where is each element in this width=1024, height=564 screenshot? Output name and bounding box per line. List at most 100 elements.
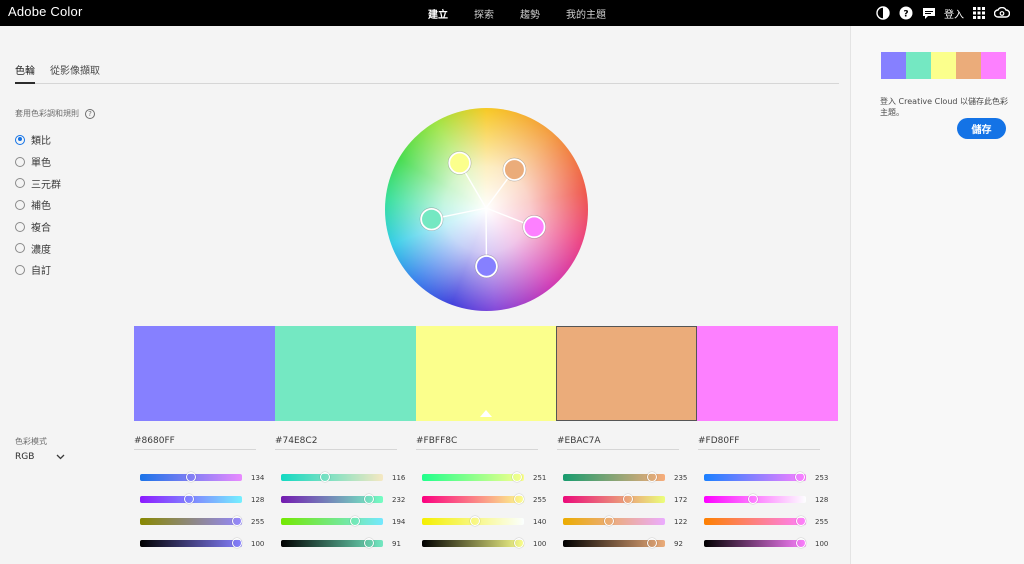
brightness-slider[interactable] xyxy=(140,540,242,547)
slider-value[interactable]: 122 xyxy=(674,518,687,526)
nav-item-0[interactable]: 建立 xyxy=(428,6,448,21)
slider-handle[interactable] xyxy=(795,471,806,482)
green-slider[interactable] xyxy=(563,496,665,503)
apps-grid-icon[interactable] xyxy=(971,5,987,21)
slider-handle[interactable] xyxy=(185,471,196,482)
radio-button[interactable] xyxy=(15,156,25,167)
color-swatch-4[interactable] xyxy=(697,326,838,421)
harmony-rule-2[interactable]: 三元群 xyxy=(15,172,61,194)
brand-logo[interactable]: Adobe Color xyxy=(8,4,82,19)
green-slider-row: 232 xyxy=(275,486,405,508)
tab-extract-from-image[interactable]: 從影像擷取 xyxy=(50,62,100,84)
red-slider[interactable] xyxy=(704,474,806,481)
theme-toggle-icon[interactable] xyxy=(875,5,891,21)
slider-handle[interactable] xyxy=(514,537,524,548)
save-button[interactable]: 儲存 xyxy=(957,118,1006,139)
slider-handle[interactable] xyxy=(647,537,658,548)
slider-handle[interactable] xyxy=(364,493,375,504)
slider-value[interactable]: 116 xyxy=(392,474,405,482)
radio-button[interactable] xyxy=(15,134,25,145)
radio-button[interactable] xyxy=(15,221,25,232)
slider-handle[interactable] xyxy=(232,515,242,526)
blue-slider[interactable] xyxy=(704,518,806,525)
slider-handle[interactable] xyxy=(232,537,242,548)
color-wheel[interactable] xyxy=(385,108,588,311)
slider-handle[interactable] xyxy=(183,493,194,504)
chat-icon[interactable] xyxy=(921,5,937,21)
red-slider[interactable] xyxy=(281,474,383,481)
radio-button[interactable] xyxy=(15,178,25,189)
hex-value-field[interactable]: #EBAC7A xyxy=(557,436,679,450)
slider-handle[interactable] xyxy=(604,515,615,526)
brightness-slider[interactable] xyxy=(704,540,806,547)
slider-value[interactable]: 100 xyxy=(533,540,546,548)
login-link[interactable]: 登入 xyxy=(944,6,964,21)
slider-value[interactable]: 194 xyxy=(392,518,405,526)
slider-value[interactable]: 134 xyxy=(251,474,264,482)
harmony-rule-3[interactable]: 補色 xyxy=(15,194,61,216)
slider-value[interactable]: 255 xyxy=(533,496,546,504)
wheel-handle-violet[interactable] xyxy=(475,254,498,278)
creative-cloud-icon[interactable] xyxy=(994,5,1010,21)
slider-handle[interactable] xyxy=(349,515,360,526)
nav-item-1[interactable]: 探索 xyxy=(474,6,494,21)
hex-value-field[interactable]: #74E8C2 xyxy=(275,436,397,450)
slider-handle[interactable] xyxy=(747,493,758,504)
slider-value[interactable]: 100 xyxy=(251,540,264,548)
harmony-rule-4[interactable]: 複合 xyxy=(15,216,61,238)
color-swatch-3[interactable] xyxy=(556,326,698,421)
slider-value[interactable]: 172 xyxy=(674,496,687,504)
color-mode-select[interactable]: RGB xyxy=(15,452,65,462)
slider-handle[interactable] xyxy=(796,537,806,548)
slider-value[interactable]: 91 xyxy=(392,540,401,548)
harmony-rule-1[interactable]: 單色 xyxy=(15,151,61,173)
blue-slider[interactable] xyxy=(281,518,383,525)
slider-handle[interactable] xyxy=(796,515,806,526)
red-slider[interactable] xyxy=(422,474,524,481)
slider-value[interactable]: 128 xyxy=(815,496,828,504)
question-icon[interactable]: ? xyxy=(85,108,95,119)
slider-handle[interactable] xyxy=(364,537,375,548)
slider-handle[interactable] xyxy=(647,471,658,482)
harmony-rule-0[interactable]: 類比 xyxy=(15,129,61,151)
slider-handle[interactable] xyxy=(320,471,331,482)
color-swatch-0[interactable] xyxy=(134,326,275,421)
slider-handle[interactable] xyxy=(623,493,634,504)
wheel-handle-yellow[interactable] xyxy=(448,151,472,175)
slider-handle[interactable] xyxy=(514,493,524,504)
blue-slider[interactable] xyxy=(563,518,665,525)
harmony-rule-6[interactable]: 自訂 xyxy=(15,259,61,281)
wheel-handle-pink[interactable] xyxy=(522,215,546,239)
slider-value[interactable]: 251 xyxy=(533,474,546,482)
slider-value[interactable]: 140 xyxy=(533,518,546,526)
wheel-handle-tan[interactable] xyxy=(502,158,526,182)
harmony-rule-list: 類比 單色 三元群 補色 複合 濃度 自訂 xyxy=(15,129,61,281)
brightness-slider[interactable] xyxy=(422,540,524,547)
hex-value-field[interactable]: #FD80FF xyxy=(698,436,820,450)
slider-value[interactable]: 235 xyxy=(674,474,687,482)
green-slider[interactable] xyxy=(422,496,524,503)
slider-value[interactable]: 128 xyxy=(251,496,264,504)
slider-value[interactable]: 232 xyxy=(392,496,405,504)
slider-handle[interactable] xyxy=(470,515,481,526)
help-icon[interactable]: ? xyxy=(898,5,914,21)
nav-item-3[interactable]: 我的主題 xyxy=(566,6,606,21)
radio-button[interactable] xyxy=(15,264,25,275)
radio-button[interactable] xyxy=(15,199,25,210)
slider-value[interactable]: 255 xyxy=(815,518,828,526)
radio-button[interactable] xyxy=(15,243,25,254)
nav-item-2[interactable]: 趨勢 xyxy=(520,6,540,21)
color-swatch-1[interactable] xyxy=(274,326,416,421)
slider-value[interactable]: 100 xyxy=(815,540,828,548)
hex-value-field[interactable]: #8680FF xyxy=(134,436,256,450)
tab-color-wheel[interactable]: 色輪 xyxy=(15,62,35,84)
blue-slider[interactable] xyxy=(140,518,242,525)
harmony-rule-5[interactable]: 濃度 xyxy=(15,237,61,259)
slider-handle[interactable] xyxy=(512,471,523,482)
slider-value[interactable]: 92 xyxy=(674,540,683,548)
slider-value[interactable]: 255 xyxy=(251,518,264,526)
slider-value[interactable]: 253 xyxy=(815,474,828,482)
hex-value-field[interactable]: #FBFF8C xyxy=(416,436,538,450)
color-swatch-2[interactable] xyxy=(415,326,557,421)
wheel-handle-mint[interactable] xyxy=(420,207,444,231)
